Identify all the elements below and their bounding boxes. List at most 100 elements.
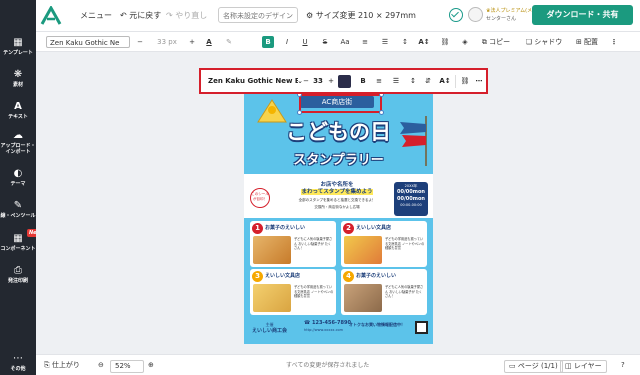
align-icon[interactable]: ≡	[360, 36, 370, 48]
sidebar-item-text[interactable]: A テキスト	[0, 101, 36, 120]
sidebar-label: コンポーネント	[0, 246, 36, 252]
highlight-icon[interactable]: ✎	[224, 36, 234, 48]
saved-check-icon	[449, 8, 463, 22]
page-button[interactable]: ▭ ページ (1/1)	[504, 360, 563, 373]
undo-button[interactable]: ↶ 元に戻す	[120, 10, 161, 21]
floating-size-decrease-button[interactable]: −	[302, 75, 310, 88]
footer-organizer[interactable]: 主催 えいしい商工会	[252, 322, 287, 334]
effects-icon[interactable]: ◈	[460, 36, 470, 48]
floating-align-icon[interactable]: ≡	[374, 75, 384, 88]
info-text[interactable]: お店や名所を まわってスタンプを集めよう 全部のスタンプを集めると抽選と交換でき…	[282, 182, 392, 210]
selection-box[interactable]	[297, 92, 384, 115]
upload-icon: ☁	[13, 130, 23, 141]
zoom-in-icon[interactable]: ⊕	[148, 360, 154, 371]
poster-subtitle[interactable]: スタンプラリー	[244, 149, 433, 168]
floating-size-increase-button[interactable]: +	[327, 75, 335, 88]
shop-card[interactable]: 1 お菓子のえいしい 子どもに人気の駄菓子屋さん おいしい駄菓子が たくさん！	[250, 221, 336, 267]
sidebar-item-print[interactable]: ⎙ 発注印刷	[0, 265, 36, 284]
card-desc: 子どもに人気の駄菓子屋さん おいしい駄菓子が たくさん！	[385, 285, 424, 298]
footer-message[interactable]: オトクなお買い物情報配信中！	[349, 322, 405, 328]
case-button[interactable]: Aa	[338, 36, 352, 48]
font-size-increase-button[interactable]: +	[188, 36, 196, 48]
size-change-button[interactable]: ⚙ サイズ変更 210 × 297mm	[306, 10, 416, 21]
headline-1: お店や名所を	[320, 182, 354, 188]
more-options-icon[interactable]: ⋮	[610, 36, 618, 48]
sidebar-label: テキスト	[8, 114, 28, 120]
footer-contact[interactable]: ☎ 123-456-7890 http://www.xxxxx.com	[304, 320, 351, 334]
poster-design[interactable]: AC商店街 こどもの日 スタンプラリー このシールが目印！ お店や名所を まわっ…	[244, 94, 433, 344]
floating-line-height-icon[interactable]: ↕	[408, 75, 418, 88]
zoom-out-icon[interactable]: ⊖	[98, 360, 104, 371]
font-size-decrease-button[interactable]: −	[136, 36, 144, 48]
shop-card[interactable]: 3 えいしい文具店 子どもの学用品も揃っている文房具店 ノートやペンの種類も豊富	[250, 269, 336, 315]
card-number: 2	[343, 223, 354, 234]
arrange-button[interactable]: ⊞ 配置	[572, 36, 602, 48]
bold-button[interactable]: B	[262, 36, 274, 48]
redo-button[interactable]: ↷ やり直し	[166, 10, 207, 21]
zoom-select[interactable]: 52%	[110, 360, 144, 373]
card-photo	[253, 236, 291, 264]
floating-color-swatch[interactable]	[338, 75, 351, 88]
poster-title[interactable]: こどもの日	[244, 116, 433, 146]
line-height-icon[interactable]: ↕	[400, 36, 410, 48]
download-share-button[interactable]: ダウンロード・共有	[532, 5, 633, 25]
resize-handle[interactable]	[297, 110, 302, 115]
copy-button[interactable]: ⧉ コピー	[478, 36, 514, 48]
sidebar-item-theme[interactable]: ◐ テーマ	[0, 168, 36, 187]
strikethrough-button[interactable]: S	[320, 36, 330, 48]
date-time: 00:00-00:00	[400, 203, 422, 207]
sticker-badge[interactable]: このシールが目印！	[250, 188, 270, 208]
arrange-label: 配置	[584, 38, 599, 46]
user-name: センターさん	[486, 16, 517, 22]
link-icon[interactable]: ⛓	[440, 36, 450, 48]
italic-button[interactable]: I	[282, 36, 292, 48]
document-name-field[interactable]: 名称未設定のデザイン	[218, 7, 298, 23]
finish-preview-button[interactable]: ⎘ 仕上がり	[44, 360, 80, 371]
shadow-button[interactable]: ❏ シャドウ	[522, 36, 566, 48]
floating-bold-button[interactable]: B	[358, 75, 368, 88]
font-size-input[interactable]: 33 px	[150, 36, 184, 48]
sidebar-label: アップロード・インポート	[0, 143, 36, 155]
floating-list-icon[interactable]: ☰	[391, 75, 401, 88]
font-select[interactable]: Zen Kaku Gothic Ne	[46, 36, 130, 48]
text-color-icon[interactable]: A	[204, 36, 214, 48]
card-desc: 子どもの学用品も揃っている文房具店 ノートやペンの種類も豊富	[294, 285, 334, 298]
template-icon: ▦	[13, 37, 23, 48]
text-size-icon[interactable]: A↕	[418, 36, 430, 48]
page-label: ページ	[517, 362, 539, 370]
list-icon[interactable]: ☰	[380, 36, 390, 48]
shadow-icon: ❏	[525, 38, 533, 46]
sidebar-item-upload[interactable]: ☁ アップロード・インポート	[0, 130, 36, 155]
body-1: 全部のスタンプを集めると抽選と交換できるよ！	[298, 198, 376, 202]
floating-size-value[interactable]: 33	[311, 75, 325, 88]
sidebar-item-more[interactable]: ⋯ その他	[0, 353, 36, 372]
floating-link-icon[interactable]: ⛓	[460, 75, 470, 88]
resize-handle[interactable]	[379, 110, 384, 115]
help-icon[interactable]: ?	[621, 360, 625, 371]
floating-more-icon[interactable]: ⋯	[474, 75, 484, 88]
page-icon: ▭	[509, 362, 516, 370]
floating-spacing-icon[interactable]: ⇵	[423, 75, 433, 88]
shop-card[interactable]: 4 お菓子のえいしい 子どもに人気の駄菓子屋さん おいしい駄菓子が たくさん！	[341, 269, 427, 315]
save-status: すべての変更が保存されました	[286, 362, 370, 369]
floating-font-select[interactable]: Zen Kaku Gothic New Bo	[206, 75, 298, 88]
card-name: えいしい文具店	[356, 225, 392, 231]
card-name: えいしい文具店	[265, 273, 301, 279]
avatar[interactable]	[468, 7, 483, 22]
bottom-bar: ⎘ 仕上がり ⊖ 52% ⊕ すべての変更が保存されました ▭ ページ (1/1…	[36, 354, 640, 375]
shop-card[interactable]: 2 えいしい文具店 子どもの学用品も揃っている文房具店 ノートやペンの種類も豊富	[341, 221, 427, 267]
gear-icon: ⚙	[306, 11, 314, 20]
app-logo-icon[interactable]	[40, 6, 62, 26]
sidebar-item-materials[interactable]: ❋ 素材	[0, 69, 36, 88]
date-line-1: 00/00mon	[397, 189, 425, 195]
layer-button[interactable]: ◫ レイヤー	[560, 360, 607, 373]
sidebar-item-template[interactable]: ▦ テンプレート	[0, 37, 36, 56]
floating-text-size-icon[interactable]: A↕	[439, 75, 451, 88]
page-count: (1/1)	[540, 362, 558, 370]
text-icon: A	[14, 101, 22, 112]
menu-button[interactable]: メニュー	[80, 10, 112, 21]
sidebar-item-pen[interactable]: ✎ 線・ペンツール	[0, 200, 36, 219]
underline-button[interactable]: U	[300, 36, 310, 48]
date-box[interactable]: 20XX年 00/00mon 00/00mon 00:00-00:00	[394, 182, 428, 216]
card-photo	[253, 284, 291, 312]
